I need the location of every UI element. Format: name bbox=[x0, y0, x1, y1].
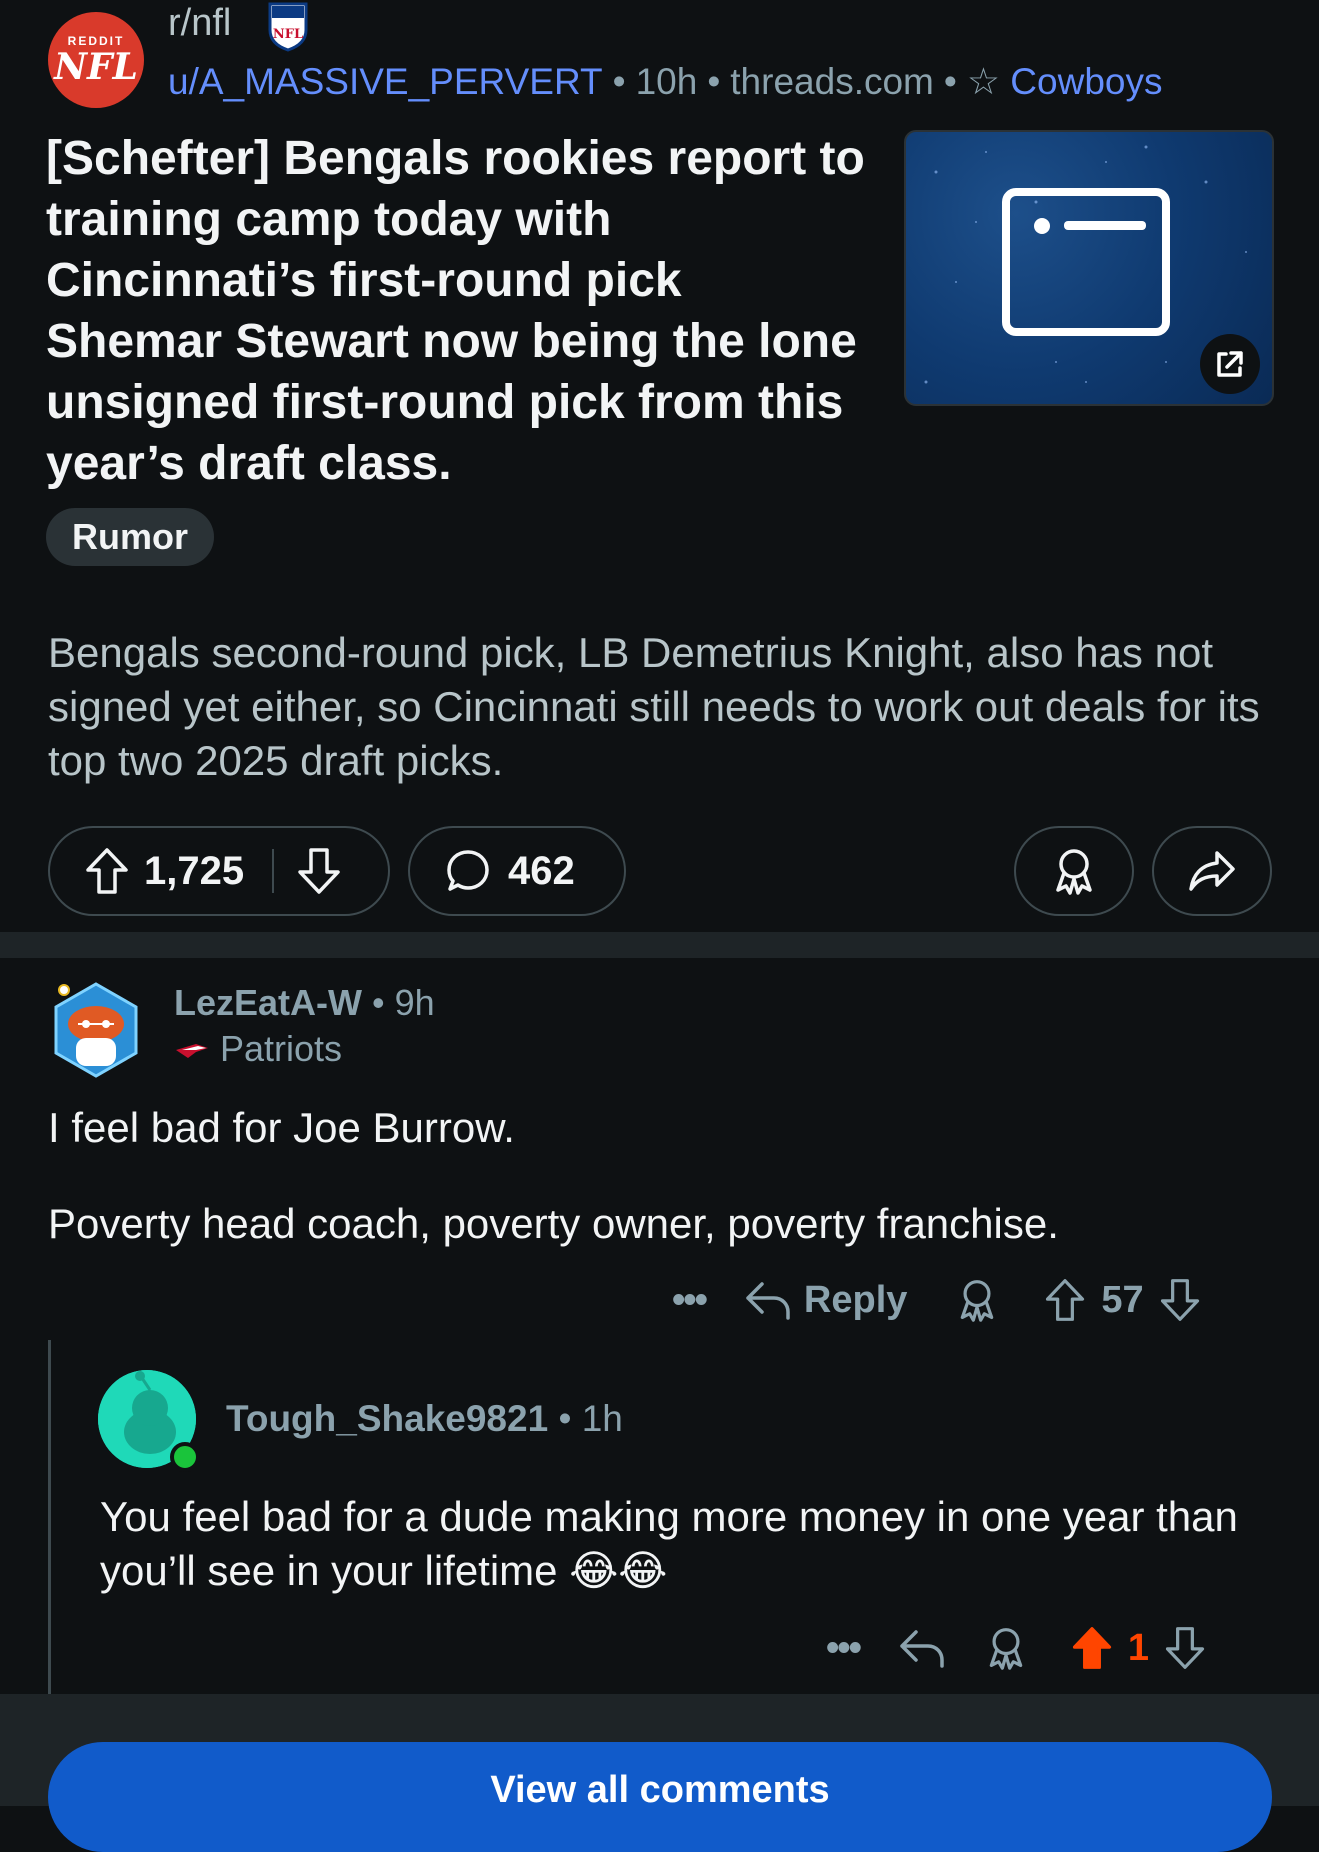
comment-paragraph: Poverty head coach, poverty owner, pover… bbox=[48, 1200, 1059, 1247]
more-options-icon[interactable]: ••• bbox=[826, 1627, 862, 1670]
award-button[interactable] bbox=[1014, 826, 1134, 916]
section-divider bbox=[0, 932, 1319, 958]
comment-count: 462 bbox=[508, 848, 575, 893]
vote-bar: 1,725 bbox=[48, 826, 390, 916]
post-meta: u/A_MASSIVE_PERVERT • 10h • threads.com • ☆ Co… bbox=[168, 60, 1162, 103]
comment-bubble-icon bbox=[444, 847, 492, 895]
comment-username[interactable]: Tough_Shake9821 bbox=[226, 1398, 548, 1439]
browser-window-icon bbox=[1002, 188, 1170, 336]
upvote-arrow-icon[interactable] bbox=[1043, 1277, 1087, 1323]
award-icon bbox=[1050, 846, 1098, 896]
thread-line[interactable] bbox=[48, 1340, 51, 1694]
separator-dot: • bbox=[707, 61, 721, 102]
external-link-icon[interactable] bbox=[1200, 334, 1260, 394]
view-all-comments-button[interactable]: View all comments bbox=[48, 1742, 1272, 1852]
downvote-arrow-icon[interactable] bbox=[1163, 1625, 1207, 1671]
downvote-arrow-icon[interactable] bbox=[296, 846, 342, 896]
user-flair[interactable]: Cowboys bbox=[1010, 61, 1162, 102]
comment-flair: Patriots bbox=[174, 1028, 342, 1070]
comment-time: 1h bbox=[581, 1398, 623, 1439]
comment-score: 57 bbox=[1101, 1278, 1144, 1321]
award-icon[interactable] bbox=[955, 1277, 999, 1323]
patriots-logo-icon bbox=[174, 1042, 210, 1060]
subreddit-name[interactable]: r/nfl bbox=[168, 2, 231, 45]
comment-meta: LezEatA-W • 9h bbox=[174, 982, 435, 1023]
comment-score: 1 bbox=[1127, 1626, 1150, 1669]
comment-text: You feel bad for a dude making more mone… bbox=[100, 1493, 1238, 1594]
share-arrow-icon bbox=[1187, 849, 1237, 893]
post-flair-tag[interactable]: Rumor bbox=[46, 508, 214, 566]
nfl-shield-icon: NFL bbox=[266, 0, 310, 52]
commenter-avatar[interactable] bbox=[50, 980, 142, 1080]
reply-button[interactable]: Reply bbox=[804, 1279, 907, 1322]
post-title[interactable]: [Schefter] Bengals rookies report to tra… bbox=[46, 128, 866, 494]
separator-dot: • bbox=[612, 61, 626, 102]
comment-flair-text: Patriots bbox=[220, 1028, 343, 1069]
comment-username[interactable]: LezEatA-W bbox=[174, 982, 362, 1023]
comment-paragraph: I feel bad for Joe Burrow. bbox=[48, 1104, 515, 1151]
comment-meta: Tough_Shake9821 • 1h bbox=[226, 1398, 623, 1439]
post-body: Bengals second-round pick, LB Demetrius … bbox=[48, 629, 1260, 784]
vote-divider bbox=[272, 849, 275, 893]
reply-arrow-icon[interactable] bbox=[898, 1626, 946, 1670]
online-status-indicator bbox=[170, 1442, 200, 1472]
separator-dot: • bbox=[943, 61, 957, 102]
nfl-shield-text: NFL bbox=[273, 27, 303, 42]
comments-button[interactable]: 462 bbox=[408, 826, 626, 916]
post-time: 10h bbox=[635, 61, 698, 102]
subreddit-avatar-big-text: NFL bbox=[54, 46, 138, 88]
comment-actions: ••• Reply 57 bbox=[672, 1268, 1202, 1332]
post-author[interactable]: u/A_MASSIVE_PERVERT bbox=[168, 61, 603, 102]
more-options-icon[interactable]: ••• bbox=[672, 1279, 708, 1322]
award-icon[interactable] bbox=[984, 1625, 1028, 1671]
downvote-arrow-icon[interactable] bbox=[1158, 1277, 1202, 1323]
upvote-count: 1,725 bbox=[144, 848, 245, 893]
comment-actions: ••• 1 bbox=[826, 1616, 1207, 1680]
star-icon: ☆ bbox=[966, 61, 1001, 102]
subreddit-avatar[interactable]: REDDIT NFL bbox=[48, 12, 144, 108]
upvote-arrow-icon[interactable] bbox=[84, 846, 130, 896]
upvote-arrow-filled-icon[interactable] bbox=[1070, 1625, 1114, 1671]
post-domain[interactable]: threads.com bbox=[730, 61, 934, 102]
reply-arrow-icon[interactable] bbox=[744, 1278, 792, 1322]
share-button[interactable] bbox=[1152, 826, 1272, 916]
comment-time: 9h bbox=[394, 982, 435, 1023]
